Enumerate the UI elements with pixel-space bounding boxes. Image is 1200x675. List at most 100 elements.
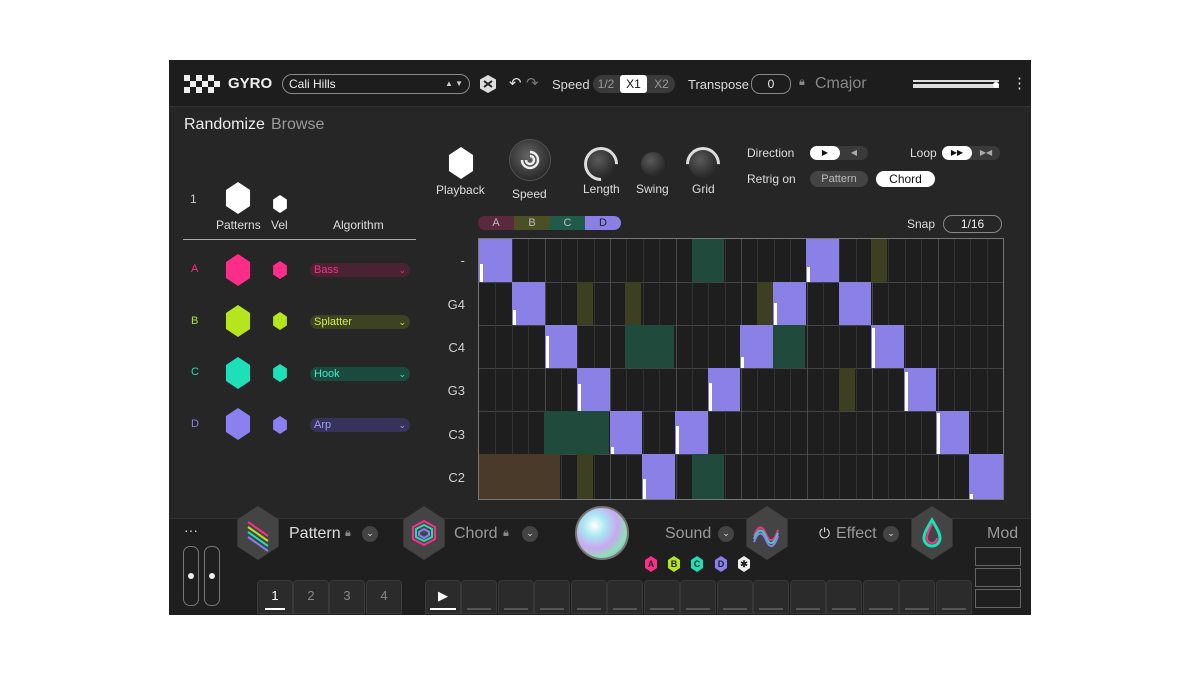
velocity-marker[interactable] xyxy=(807,267,810,282)
sound-section-label[interactable]: Sound xyxy=(665,525,711,543)
chord-dropdown-chevron-icon[interactable]: ⌄ xyxy=(522,526,538,542)
segment-d[interactable]: D xyxy=(585,216,621,230)
pattern-c-hex-icon[interactable] xyxy=(225,357,251,389)
step-cell[interactable] xyxy=(680,580,716,614)
algorithm-select-d[interactable]: Arp ⌄ xyxy=(310,418,410,432)
volume-slider-handle[interactable] xyxy=(993,82,999,88)
algorithm-select-b[interactable]: Splatter ⌄ xyxy=(310,315,410,329)
mod-slot-1[interactable] xyxy=(975,547,1021,566)
effect-dropdown-chevron-icon[interactable]: ⌄ xyxy=(883,526,899,542)
pattern-b-hex-icon[interactable] xyxy=(225,305,251,337)
sequencer-note[interactable] xyxy=(969,454,1003,499)
tab-browse[interactable]: Browse xyxy=(271,116,324,134)
play-button[interactable]: ▶ xyxy=(425,580,461,614)
direction-backward-button[interactable]: ◀ xyxy=(840,146,868,160)
speed-knob[interactable] xyxy=(510,140,550,180)
pattern-tab-1[interactable]: 1 xyxy=(257,580,293,614)
sound-dropdown-chevron-icon[interactable]: ⌄ xyxy=(718,526,734,542)
sequencer-note[interactable] xyxy=(904,368,936,411)
velocity-marker[interactable] xyxy=(774,303,777,325)
vel-d-hex-icon[interactable] xyxy=(273,416,287,434)
velocity-marker[interactable] xyxy=(905,372,908,411)
key-display[interactable]: Cmajor xyxy=(815,75,867,93)
segment-b[interactable]: B xyxy=(514,216,550,230)
loop-pingpong-button[interactable]: ▶◀ xyxy=(972,146,1000,160)
undo-icon[interactable]: ↶ xyxy=(509,74,522,92)
pattern-tab-4[interactable]: 4 xyxy=(366,580,402,614)
sequencer-note[interactable] xyxy=(675,411,708,454)
step-cell[interactable] xyxy=(862,580,899,614)
sequencer-note[interactable] xyxy=(512,282,545,325)
step-cell[interactable] xyxy=(570,580,607,614)
mod-wheel-2[interactable] xyxy=(204,546,220,606)
sequencer-note[interactable] xyxy=(610,411,642,454)
speed-half-button[interactable]: 1/2 xyxy=(593,75,619,93)
sequencer-note[interactable] xyxy=(577,368,610,411)
mod-slot-3[interactable] xyxy=(975,589,1021,608)
step-cell[interactable] xyxy=(643,580,680,614)
menu-icon[interactable]: ⋮ xyxy=(1012,74,1027,92)
lock-icon[interactable]: 🔒︎ xyxy=(799,76,805,89)
playback-hex-icon[interactable] xyxy=(448,147,474,179)
step-cell[interactable] xyxy=(826,580,862,614)
velocity-marker[interactable] xyxy=(480,264,483,282)
step-cell[interactable] xyxy=(461,580,497,614)
retrig-chord-button[interactable]: Chord xyxy=(876,171,935,187)
velocity-marker[interactable] xyxy=(741,357,744,368)
pattern-lock-icon[interactable]: 🔒︎ xyxy=(345,527,351,540)
velocity-marker[interactable] xyxy=(709,383,712,411)
sequencer-grid[interactable] xyxy=(478,238,1004,500)
redo-icon[interactable]: ↷ xyxy=(526,74,539,92)
sequencer-note[interactable] xyxy=(708,368,740,411)
chord-section-label[interactable]: Chord xyxy=(454,525,498,543)
more-options-icon[interactable]: ··· xyxy=(184,522,198,538)
patterns-randomize-hex-icon[interactable] xyxy=(225,182,251,214)
retrig-pattern-button[interactable]: Pattern xyxy=(810,171,868,187)
velocity-marker[interactable] xyxy=(970,494,973,499)
step-cell[interactable] xyxy=(534,580,570,614)
step-cell[interactable] xyxy=(497,580,534,614)
sequencer-note[interactable] xyxy=(839,282,871,325)
velocity-marker[interactable] xyxy=(872,328,875,368)
mod-section-label[interactable]: Mod xyxy=(987,525,1018,543)
velocity-marker[interactable] xyxy=(676,426,679,454)
velocity-marker[interactable] xyxy=(643,479,646,499)
velocity-marker[interactable] xyxy=(513,310,516,325)
pattern-d-hex-icon[interactable] xyxy=(225,408,251,440)
vel-randomize-hex-icon[interactable] xyxy=(273,195,287,213)
segment-a[interactable]: A xyxy=(478,216,514,230)
velocity-marker[interactable] xyxy=(546,336,549,368)
sequencer-note[interactable] xyxy=(936,411,969,454)
step-cell[interactable] xyxy=(716,580,753,614)
pattern-a-hex-icon[interactable] xyxy=(225,254,251,286)
algorithm-select-c[interactable]: Hook ⌄ xyxy=(310,367,410,381)
swing-knob[interactable] xyxy=(641,152,665,176)
sequencer-note[interactable] xyxy=(740,325,773,368)
sequencer-note[interactable] xyxy=(871,325,904,368)
effect-section-label[interactable]: Effect xyxy=(836,525,877,543)
chord-lock-icon[interactable]: 🔒︎ xyxy=(503,527,509,540)
velocity-marker[interactable] xyxy=(937,413,940,454)
velocity-marker[interactable] xyxy=(578,384,581,411)
sequencer-note[interactable] xyxy=(773,282,806,325)
step-cell[interactable] xyxy=(607,580,643,614)
sequencer-note[interactable] xyxy=(642,454,675,499)
mod-slot-2[interactable] xyxy=(975,568,1021,587)
randomize-dice-icon[interactable] xyxy=(479,74,497,94)
volume-slider[interactable] xyxy=(913,80,999,88)
speed-x2-button[interactable]: X2 xyxy=(648,75,675,93)
velocity-marker[interactable] xyxy=(611,447,614,454)
vel-b-hex-icon[interactable] xyxy=(273,312,287,330)
snap-selector[interactable]: 1/16 xyxy=(943,215,1002,233)
pattern-section-label[interactable]: Pattern xyxy=(289,525,341,543)
segment-c[interactable]: C xyxy=(550,216,585,230)
loop-forward-button[interactable]: ▶▶ xyxy=(942,146,972,160)
direction-forward-button[interactable]: ▶ xyxy=(810,146,840,160)
effect-power-icon[interactable]: ⏻ xyxy=(819,525,830,542)
vel-c-hex-icon[interactable] xyxy=(273,364,287,382)
preset-prev-next-icon[interactable]: ▲ ▼ xyxy=(445,75,463,93)
algorithm-select-a[interactable]: Bass ⌄ xyxy=(310,263,410,277)
step-cell[interactable] xyxy=(899,580,935,614)
sequencer-note[interactable] xyxy=(806,239,839,282)
pattern-dropdown-chevron-icon[interactable]: ⌄ xyxy=(362,526,378,542)
